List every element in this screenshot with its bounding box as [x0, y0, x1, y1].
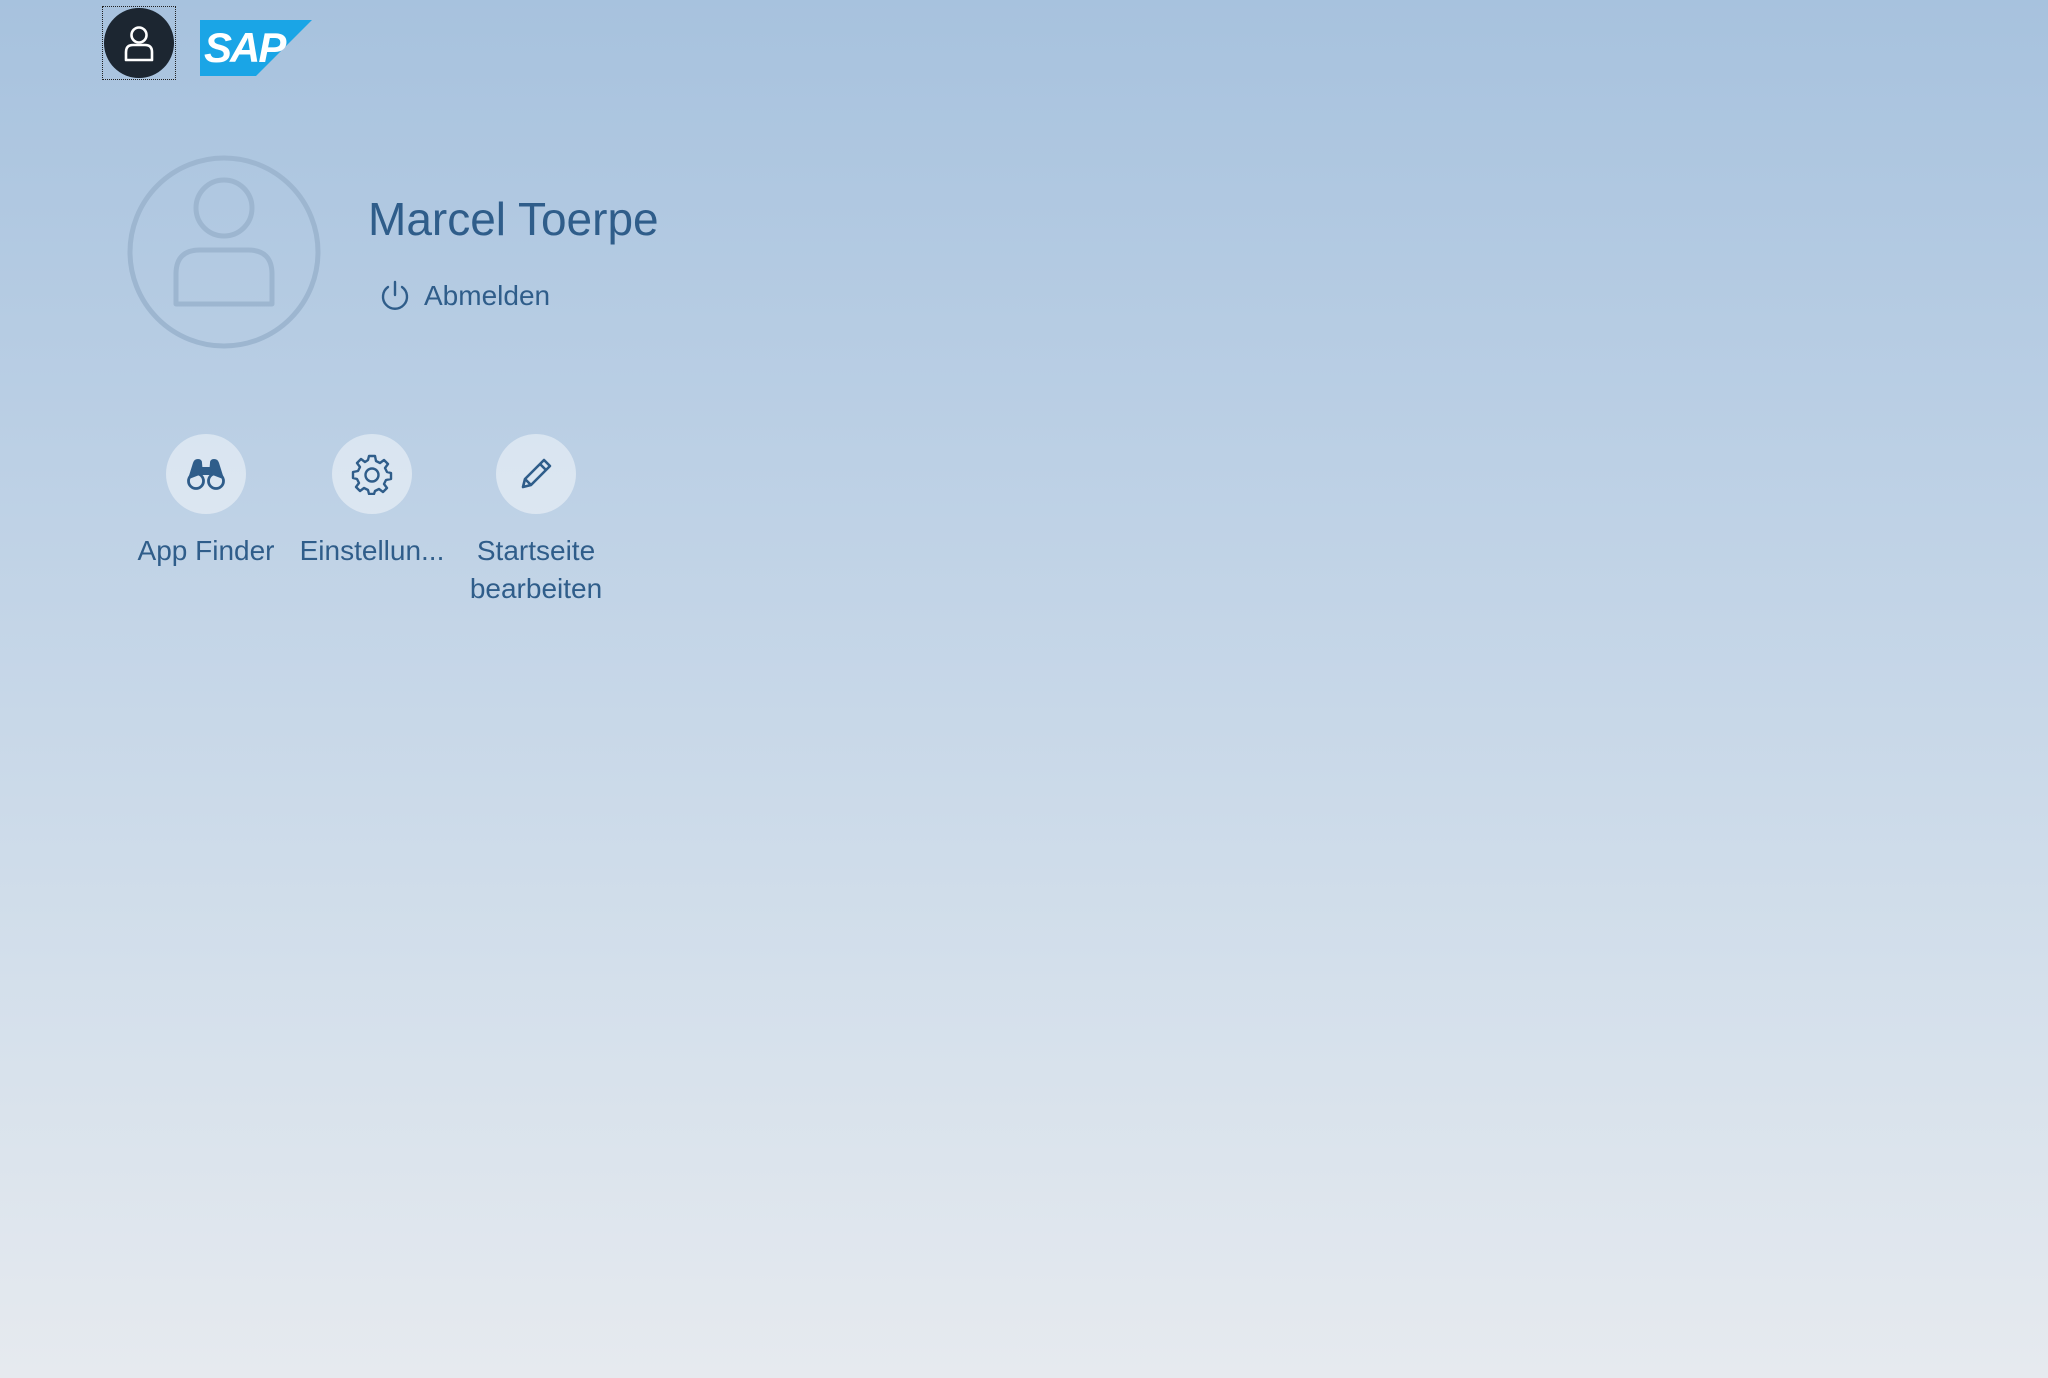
me-area-button[interactable]: [102, 6, 176, 80]
app-finder-icon-button[interactable]: [166, 434, 246, 514]
edit-home-label: Startseite bearbeiten: [469, 535, 603, 604]
power-icon: [378, 279, 412, 313]
me-avatar: [104, 8, 174, 78]
edit-home-icon-button[interactable]: [496, 434, 576, 514]
sap-logo[interactable]: SAP: [200, 20, 312, 76]
pencil-icon: [517, 455, 555, 493]
settings-button[interactable]: Einstellun...: [292, 434, 452, 570]
logout-label: Abmelden: [424, 280, 551, 311]
binoculars-icon: [185, 457, 227, 491]
person-icon: [122, 24, 156, 62]
settings-icon-button[interactable]: [332, 434, 412, 514]
person-placeholder-icon: [126, 154, 322, 350]
app-finder-label: App Finder: [137, 535, 275, 566]
user-profile: Marcel Toerpe Abmelden: [126, 154, 826, 354]
sap-logo-text: SAP: [204, 24, 286, 71]
gear-icon: [351, 453, 393, 495]
settings-label: Einstellun...: [299, 535, 445, 566]
user-name: Marcel Toerpe: [368, 193, 659, 245]
logout-button[interactable]: Abmelden: [378, 276, 550, 316]
shell-header: SAP: [0, 0, 2048, 90]
edit-home-button[interactable]: Startseite bearbeiten: [456, 434, 616, 608]
app-finder-button[interactable]: App Finder: [126, 434, 286, 570]
action-list: App Finder Einstellun... Startseite bear…: [126, 434, 726, 634]
